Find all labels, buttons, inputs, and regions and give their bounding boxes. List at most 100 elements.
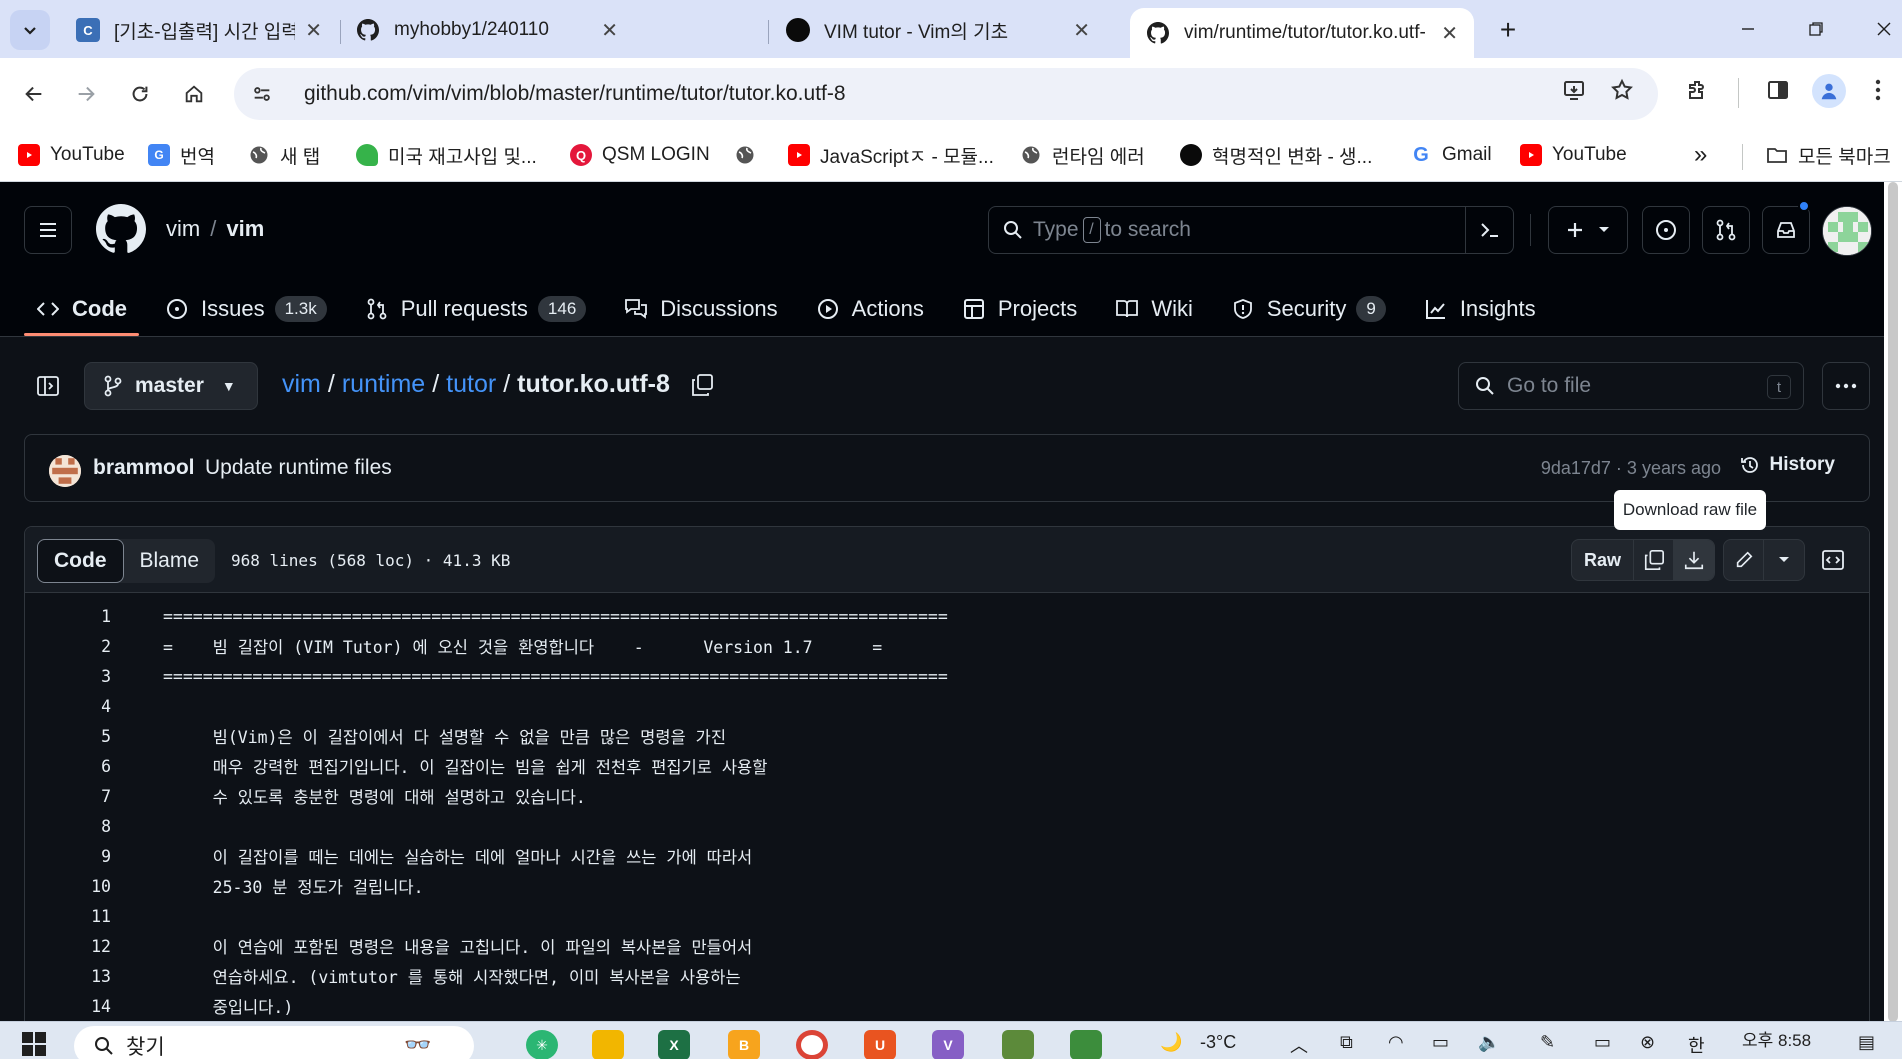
pen-icon[interactable]: ✎ [1540,1032,1555,1053]
github-logo-icon[interactable] [96,204,147,254]
restore-window-icon[interactable] [1796,12,1836,46]
browser-tab[interactable]: C [기초-입출력] 시간 입력받아 그 ✕ [60,8,338,52]
wifi-icon[interactable]: ◠ [1388,1032,1404,1053]
tab-wiki[interactable]: Wiki [1103,282,1205,336]
page-scrollbar-thumb[interactable] [1888,182,1898,1022]
close-window-icon[interactable] [1864,12,1902,46]
close-circle-icon[interactable]: ⊗ [1640,1032,1655,1053]
blame-view-tab[interactable]: Blame [124,539,216,583]
extensions-puzzle-icon[interactable] [1678,70,1718,110]
keyboard-icon[interactable]: ▭ [1594,1032,1611,1053]
edit-pencil-icon[interactable] [1724,540,1764,580]
speaker-icon[interactable]: 🔈 [1478,1032,1500,1053]
line-number[interactable]: 10 [25,877,111,896]
tab-actions[interactable]: Actions [804,282,936,336]
tab-issues[interactable]: Issues 1.3k [153,282,339,336]
ime-indicator[interactable]: 한 [1688,1032,1705,1058]
close-tab-icon[interactable]: ✕ [601,18,618,43]
bookmark-item[interactable]: G Gmail [1410,140,1491,170]
address-bar-url[interactable]: github.com/vim/vim/blob/master/runtime/t… [304,82,846,106]
tab-projects[interactable]: Projects [950,282,1089,336]
bookmark-item[interactable]: YouTube [1520,140,1627,170]
app-icon[interactable] [1070,1030,1102,1059]
line-number[interactable]: 11 [25,907,111,926]
camera-icon[interactable]: ⧉ [1340,1032,1353,1053]
commit-author-avatar[interactable] [49,455,81,487]
tab-security[interactable]: Security 9 [1219,282,1398,336]
copy-path-icon[interactable] [688,371,716,399]
back-arrow-icon[interactable] [14,74,54,114]
line-number[interactable]: 9 [25,847,111,866]
install-app-icon[interactable] [1554,70,1594,110]
repo-owner-link[interactable]: vim [166,216,200,241]
ubuntu-app-icon[interactable]: U [864,1030,896,1059]
notification-icon[interactable]: ▤ [1858,1032,1875,1053]
chatgpt-app-icon[interactable]: ✳ [526,1030,558,1059]
copy-raw-file-icon[interactable] [1634,540,1674,580]
moon-weather-icon[interactable]: 🌙 [1160,1032,1182,1053]
bookmark-item[interactable]: 혁명적인 변화 - 생... [1180,140,1372,170]
create-new-button[interactable] [1548,206,1628,254]
bookmark-item[interactable]: YouTube [18,140,125,170]
tab-insights[interactable]: Insights [1412,282,1548,336]
close-tab-icon[interactable]: ✕ [1073,18,1090,43]
excel-app-icon[interactable]: X [658,1030,690,1059]
all-bookmarks-button[interactable]: 모든 북마크 [1766,140,1891,170]
commit-sha-and-time[interactable]: 9da17d7 · 3 years ago [1541,458,1721,479]
bookmark-item[interactable]: Q QSM LOGIN [570,140,710,170]
browser-tab[interactable]: myhobby1/240110 ✕ [340,8,634,52]
bookmark-star-icon[interactable] [1602,70,1642,110]
repo-name-link[interactable]: vim [226,216,264,241]
new-tab-button[interactable]: + [1492,14,1524,46]
bookmark-item[interactable]: 미국 재고사입 및... [356,140,537,170]
issues-button[interactable] [1642,206,1690,254]
bookmark-item[interactable]: 새 탭 [248,140,320,170]
browser-tab-active[interactable]: vim/runtime/tutor/tutor.ko.utf- ✕ [1130,8,1474,58]
more-options-button[interactable] [1822,362,1870,410]
system-clock[interactable]: 오후 8:58 [1742,1026,1811,1051]
line-number[interactable]: 13 [25,967,111,986]
sidebar-expand-icon[interactable] [28,366,68,406]
tab-discussions[interactable]: Discussions [612,282,789,336]
commit-message-link[interactable]: Update runtime files [205,456,392,480]
site-info-icon[interactable] [242,74,282,114]
visual-studio-icon[interactable]: V [932,1030,964,1059]
code-view-tab[interactable]: Code [37,539,124,583]
minimize-window-icon[interactable] [1728,12,1768,46]
global-search-input[interactable]: Type / to search [988,206,1514,254]
breadcrumb-link[interactable]: tutor [446,370,496,399]
tab-code[interactable]: Code [24,282,139,336]
breadcrumb-link[interactable]: vim [282,370,321,399]
command-palette-icon[interactable] [1465,207,1513,253]
address-bar[interactable]: github.com/vim/vim/blob/master/runtime/t… [234,68,1658,120]
line-number[interactable]: 12 [25,937,111,956]
line-number[interactable]: 7 [25,787,111,806]
taskbar-search-input[interactable]: 찾기 👓 [74,1026,474,1059]
bookmark-item[interactable]: G 번역 [148,140,215,170]
close-tab-icon[interactable]: ✕ [1441,21,1458,46]
home-icon[interactable] [174,74,214,114]
notes-app-icon[interactable]: B [728,1030,760,1059]
tab-pull-requests[interactable]: Pull requests 146 [353,282,599,336]
file-explorer-icon[interactable] [592,1030,624,1059]
bookmark-item[interactable] [734,140,766,170]
bookmark-item[interactable]: 런타임 에러 [1020,140,1145,170]
line-number[interactable]: 3 [25,667,111,686]
chrome-app-icon[interactable] [796,1030,828,1059]
user-avatar[interactable] [1822,206,1872,256]
go-to-file-input[interactable]: Go to file t [1458,362,1804,410]
edit-dropdown-icon[interactable] [1764,540,1804,580]
commit-author-link[interactable]: brammool [93,456,195,480]
reload-icon[interactable] [120,74,160,114]
browser-tab[interactable]: VIM tutor - Vim의 기초 ✕ [770,8,1106,52]
chevron-up-icon[interactable]: ︿ [1290,1032,1308,1058]
symbols-panel-icon[interactable] [1813,539,1853,581]
bookmarks-overflow-button[interactable]: » [1694,140,1707,170]
line-number[interactable]: 14 [25,997,111,1016]
pull-requests-button[interactable] [1702,206,1750,254]
download-raw-file-icon[interactable] [1674,540,1714,580]
windows-start-icon[interactable] [22,1032,46,1056]
inbox-button[interactable] [1762,206,1810,254]
menu-kebab-icon[interactable] [1866,70,1890,110]
profile-avatar-icon[interactable] [1812,74,1846,108]
